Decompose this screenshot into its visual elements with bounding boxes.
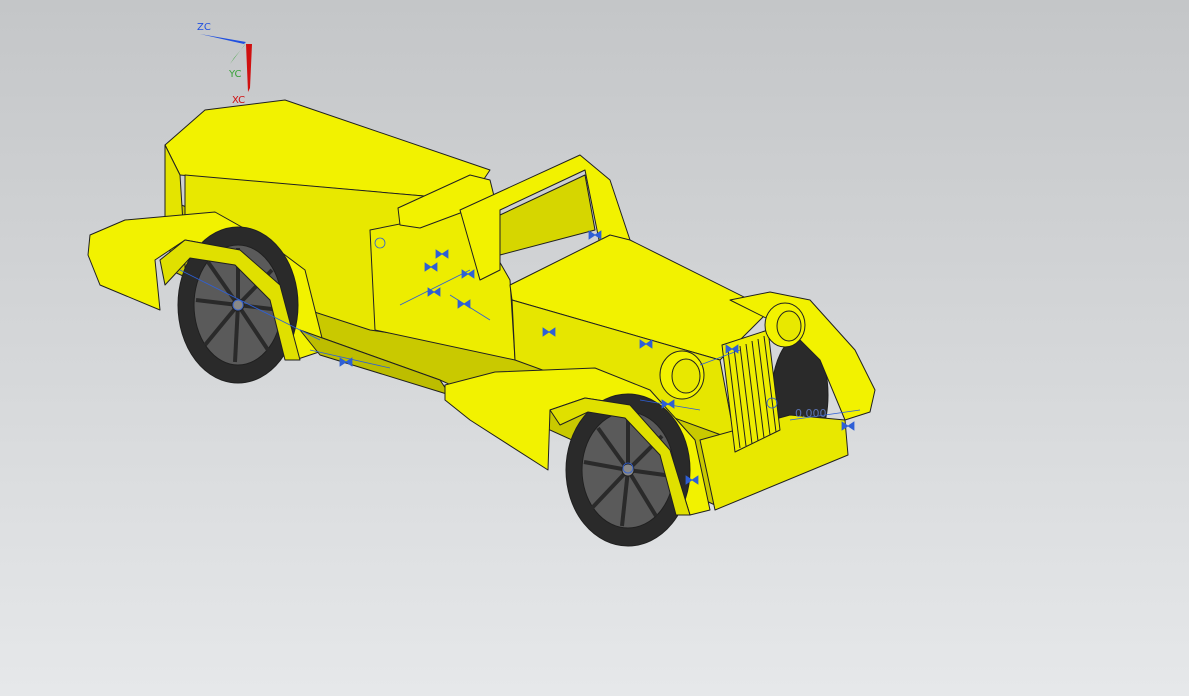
yc-axis-label: YC — [228, 69, 242, 80]
xc-axis-arrow — [246, 44, 252, 92]
right-headlight[interactable] — [764, 302, 806, 348]
coincident-symbol[interactable] — [841, 421, 855, 431]
graphics-viewport[interactable]: ZC YC XC 0.000 — [0, 0, 1189, 696]
wcs-triad[interactable]: ZC YC XC — [197, 22, 252, 106]
coincident-symbol[interactable] — [588, 230, 602, 240]
left-headlight[interactable] — [659, 350, 705, 400]
zc-axis-label: ZC — [197, 22, 211, 33]
car-model[interactable] — [87, 99, 876, 547]
xc-axis-label: XC — [232, 95, 245, 106]
dimension-value[interactable]: 0.000 — [795, 407, 827, 420]
cad-scene[interactable]: ZC YC XC 0.000 — [0, 0, 1189, 696]
yc-axis-arrow — [230, 43, 246, 64]
zc-axis-arrow — [200, 34, 246, 44]
